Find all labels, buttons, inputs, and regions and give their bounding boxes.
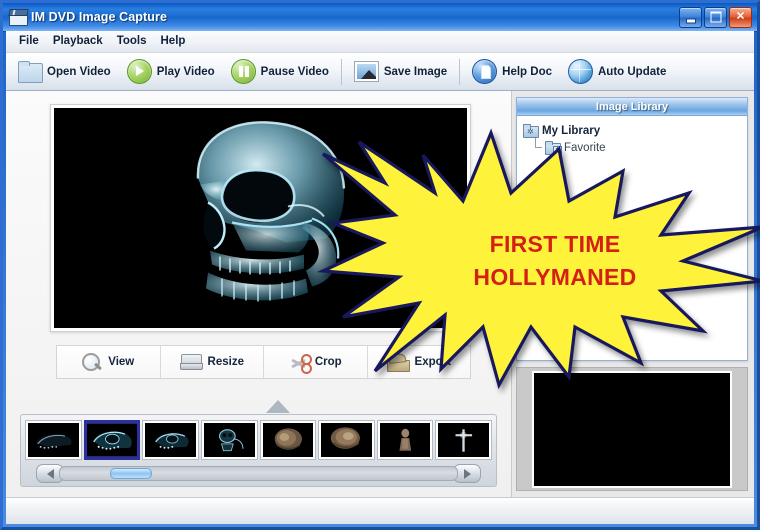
export-label: Export bbox=[414, 356, 451, 368]
tree-item-my-library-label: My Library bbox=[542, 124, 601, 137]
filmstrip-scrollbar bbox=[36, 464, 481, 483]
image-library-title: Image Library bbox=[595, 100, 669, 113]
thumb-head-brown bbox=[262, 423, 314, 457]
folder-star-icon: ✲ bbox=[523, 124, 539, 138]
open-video-button[interactable]: Open Video bbox=[10, 54, 119, 89]
play-video-label: Play Video bbox=[156, 65, 215, 78]
document-help-icon bbox=[472, 59, 498, 84]
menu-bar: File Playback Tools Help bbox=[6, 31, 754, 53]
xray-skull-graphic bbox=[135, 110, 386, 326]
pause-video-label: Pause Video bbox=[260, 65, 329, 78]
export-button[interactable]: Export bbox=[367, 346, 470, 378]
filmstrip bbox=[20, 414, 497, 487]
action-button-bar: View Resize Crop Export bbox=[56, 345, 471, 379]
tree-item-favorite-label: Favorite bbox=[564, 141, 606, 154]
image-library-header: Image Library bbox=[517, 98, 747, 116]
picture-icon bbox=[353, 61, 379, 82]
save-image-label: Save Image bbox=[383, 65, 448, 78]
folder-plus-icon: + bbox=[545, 141, 562, 155]
magnifier-icon bbox=[82, 352, 103, 372]
menu-help[interactable]: Help bbox=[156, 34, 195, 49]
thumb-skull-dark bbox=[28, 423, 79, 457]
image-thumbnail-panel bbox=[516, 367, 748, 491]
view-label: View bbox=[108, 356, 135, 368]
title-bar: IM DVD Image Capture ✕ bbox=[3, 3, 757, 32]
globe-icon bbox=[568, 59, 593, 84]
video-preview-frame bbox=[50, 104, 471, 332]
tree-item-favorite[interactable]: + Favorite bbox=[523, 138, 741, 156]
application-window: IM DVD Image Capture ✕ File Playback Too… bbox=[0, 0, 760, 530]
film-clapper-icon bbox=[8, 9, 29, 26]
thumbnail-item-5[interactable] bbox=[260, 421, 316, 459]
video-preview-image[interactable] bbox=[54, 108, 467, 328]
status-bar bbox=[6, 497, 754, 524]
play-video-button[interactable]: Play Video bbox=[119, 54, 223, 89]
window-controls: ✕ bbox=[679, 6, 752, 28]
toolbar-separator-1 bbox=[340, 58, 342, 85]
save-image-button[interactable]: Save Image bbox=[346, 54, 455, 89]
thumb-skull-small bbox=[203, 423, 255, 457]
export-box-icon bbox=[386, 353, 410, 372]
resize-button[interactable]: Resize bbox=[160, 346, 264, 378]
selected-image-preview[interactable] bbox=[532, 370, 732, 488]
help-doc-button[interactable]: Help Doc bbox=[464, 54, 560, 89]
main-body: View Resize Crop Export Image Library ✲ … bbox=[6, 91, 754, 497]
client-area: File Playback Tools Help Open Video Play… bbox=[6, 31, 754, 524]
thumbnail-item-8[interactable] bbox=[436, 421, 491, 459]
menu-playback[interactable]: Playback bbox=[48, 34, 112, 49]
tree-elbow-line bbox=[531, 138, 545, 155]
maximize-button[interactable] bbox=[704, 6, 727, 28]
toolbar: Open Video Play Video Pause Video Save I… bbox=[6, 53, 754, 91]
filmstrip-pointer bbox=[20, 400, 497, 414]
scissors-icon bbox=[289, 353, 312, 374]
scrollbar-thumb[interactable] bbox=[110, 468, 152, 479]
crop-label: Crop bbox=[314, 356, 342, 368]
thumb-head-brown-2 bbox=[321, 423, 372, 457]
crop-button[interactable]: Crop bbox=[264, 346, 368, 378]
scanner-icon bbox=[179, 354, 203, 370]
minimize-button[interactable] bbox=[679, 6, 702, 28]
image-library-tree: ✲ My Library + Favorite bbox=[517, 116, 747, 360]
image-library-panel: Image Library ✲ My Library + Favorite bbox=[516, 97, 748, 361]
thumbnail-item-4[interactable] bbox=[201, 421, 257, 459]
filmstrip-zone bbox=[6, 400, 511, 497]
close-button[interactable]: ✕ bbox=[729, 6, 752, 28]
thumb-skull-blue bbox=[86, 423, 138, 457]
thumb-figure bbox=[379, 423, 431, 457]
left-pane: View Resize Crop Export bbox=[6, 91, 512, 497]
open-video-label: Open Video bbox=[47, 65, 111, 78]
auto-update-button[interactable]: Auto Update bbox=[560, 54, 674, 89]
tree-item-my-library[interactable]: ✲ My Library bbox=[523, 122, 741, 139]
help-doc-label: Help Doc bbox=[502, 65, 552, 78]
folder-icon bbox=[18, 61, 43, 83]
thumbnail-list bbox=[26, 421, 491, 459]
thumb-cross bbox=[438, 423, 489, 457]
play-icon bbox=[126, 59, 152, 84]
thumb-skull-blue-2 bbox=[145, 423, 196, 457]
window-title: IM DVD Image Capture bbox=[31, 10, 168, 24]
resize-label: Resize bbox=[207, 356, 244, 368]
thumbnail-item-3[interactable] bbox=[143, 421, 198, 459]
view-button[interactable]: View bbox=[57, 346, 161, 378]
pause-icon bbox=[230, 59, 256, 84]
right-pane: Image Library ✲ My Library + Favorite bbox=[512, 91, 754, 497]
thumbnail-item-2[interactable] bbox=[84, 421, 140, 459]
thumbnail-item-7[interactable] bbox=[377, 421, 433, 459]
menu-tools[interactable]: Tools bbox=[112, 34, 156, 49]
toolbar-separator-2 bbox=[459, 58, 461, 85]
auto-update-label: Auto Update bbox=[598, 65, 667, 78]
thumbnail-item-1[interactable] bbox=[26, 421, 81, 459]
scrollbar-track[interactable] bbox=[59, 466, 458, 481]
menu-file[interactable]: File bbox=[14, 34, 48, 49]
thumbnail-item-6[interactable] bbox=[319, 421, 374, 459]
pause-video-button[interactable]: Pause Video bbox=[223, 54, 337, 89]
